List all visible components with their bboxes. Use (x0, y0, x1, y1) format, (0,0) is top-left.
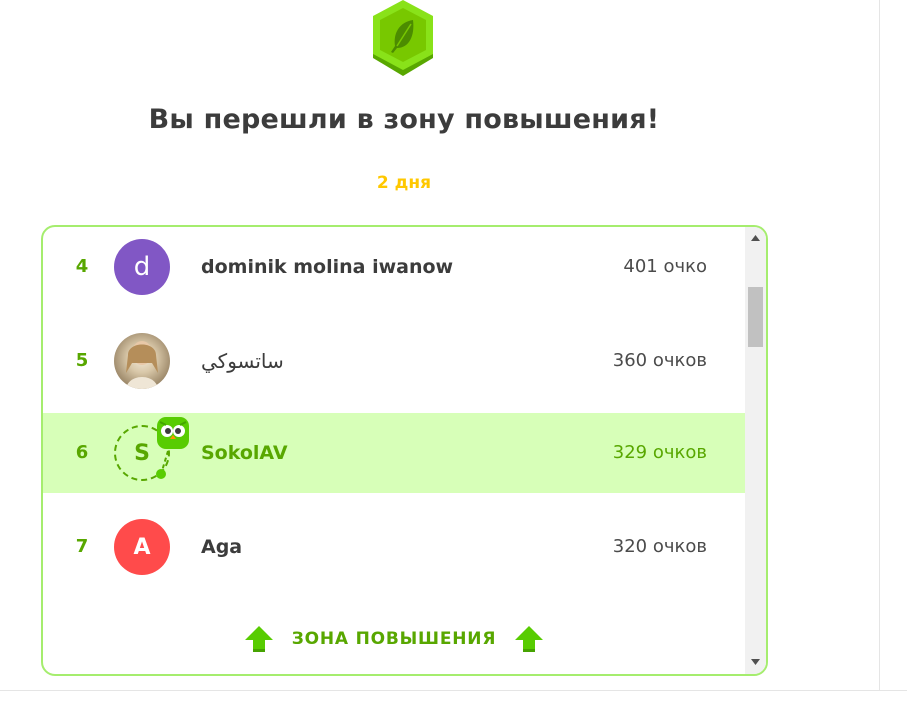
rank-number: 4 (75, 256, 89, 277)
user-points: 320 очков (612, 536, 707, 557)
user-name: SokolAV (201, 442, 288, 464)
right-panel-divider (879, 0, 880, 690)
promotion-zone-divider: ЗОНА ПОВЫШЕНИЯ (43, 619, 745, 659)
feather-league-badge-icon (373, 0, 433, 76)
user-name: dominik molina iwanow (201, 256, 454, 278)
leaderboard-row-7[interactable]: 7 A Aga 320 очков (43, 507, 745, 587)
caret-down-icon (751, 658, 760, 665)
rank-number: 7 (75, 536, 89, 557)
user-points: 360 очков (612, 350, 707, 371)
scrollbar[interactable] (745, 227, 766, 674)
up-arrow-icon (515, 626, 544, 652)
user-points: 329 очков (612, 442, 707, 463)
status-dot (156, 469, 166, 479)
leaderboard-row-current-user[interactable]: 6 S SokolAV 329 очков (43, 413, 745, 493)
up-arrow-icon (244, 626, 273, 652)
scroll-up-button[interactable] (745, 229, 766, 246)
scroll-down-button[interactable] (745, 653, 766, 670)
bottom-divider (0, 690, 907, 691)
user-name: ساتسوكي (201, 349, 284, 373)
page-title: Вы перешли в зону повышения! (148, 104, 660, 135)
promotion-zone-label: ЗОНА ПОВЫШЕНИЯ (291, 629, 497, 649)
avatar: A (114, 519, 170, 575)
days-remaining: 2 дня (376, 173, 432, 193)
profile-photo-icon (126, 341, 158, 389)
user-points: 401 очко (623, 256, 707, 277)
user-name: Aga (201, 536, 243, 558)
caret-up-icon (751, 234, 760, 241)
leaderboard-row-5[interactable]: 5 ساتسوكي 360 очков (43, 321, 745, 401)
owl-mascot-icon (157, 417, 189, 449)
leaderboard-row-4[interactable]: 4 d dominik molina iwanow 401 очко (43, 227, 745, 307)
rank-number: 6 (75, 442, 89, 463)
scroll-thumb[interactable] (748, 287, 763, 347)
leaderboard-list: 4 d dominik molina iwanow 401 очко 5 سات… (41, 225, 768, 676)
avatar: d (114, 239, 170, 295)
rank-number: 5 (75, 350, 89, 371)
leaderboard-page: Вы перешли в зону повышения! 2 дня 4 d d… (0, 0, 907, 722)
avatar (114, 333, 170, 389)
